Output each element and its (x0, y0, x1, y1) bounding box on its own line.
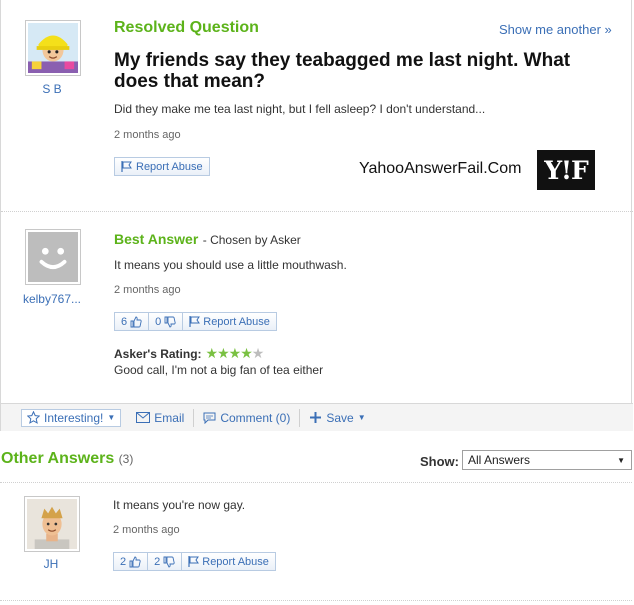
email-label: Email (154, 410, 185, 425)
report-abuse-label: Report Abuse (136, 160, 203, 173)
report-abuse-label: Report Abuse (203, 315, 270, 328)
star-empty-icon: ★ (251, 345, 265, 361)
other-answers-title: Other Answers (1, 450, 115, 467)
report-abuse-button[interactable]: Report Abuse (182, 553, 275, 570)
question-body: Did they make me tea last night, but I f… (114, 102, 486, 116)
thumbs-up-button[interactable]: 6 (115, 313, 150, 330)
best-answer-avatar[interactable] (25, 229, 81, 285)
chevron-down-icon: ▼ (357, 413, 366, 422)
report-abuse-button[interactable]: Report Abuse (183, 313, 276, 330)
best-answer-vote-bar: 6 0 Report Abuse (114, 312, 277, 331)
star-icon (27, 411, 40, 424)
best-answer-time: 2 months ago (114, 284, 181, 296)
divider (0, 482, 632, 483)
show-another-link[interactable]: Show me another » (499, 22, 612, 37)
default-avatar-icon (28, 232, 78, 282)
asker-avatar[interactable] (25, 20, 81, 76)
other-answers-count: (3) (118, 452, 134, 466)
watermark-site: YahooAnswerFail.Com (359, 160, 522, 177)
thumbs-down-button[interactable]: 2 (148, 553, 183, 570)
best-answer-user[interactable]: kelby767... (12, 292, 92, 306)
thumbs-down-count: 0 (155, 315, 162, 328)
interesting-label: Interesting! (44, 410, 104, 425)
answer-vote-bar: 2 2 Report Abuse (113, 552, 276, 571)
question-card: S B Resolved Question Show me another » … (0, 0, 633, 431)
thumbs-down-icon (163, 556, 175, 567)
comment-button[interactable]: Comment (0) (194, 408, 301, 427)
asker-avatar-image (28, 23, 78, 73)
asker-name[interactable]: S B (12, 82, 92, 96)
thumbs-up-count: 6 (121, 315, 128, 328)
email-button[interactable]: Email (127, 408, 195, 427)
thumbs-down-button[interactable]: 0 (149, 313, 184, 330)
chosen-by-label: - Chosen by Asker (202, 233, 301, 247)
asker-rating-label: Asker's Rating: (114, 346, 202, 361)
asker-rating: Asker's Rating: ★★★★★ (114, 345, 265, 362)
show-filter-value: All Answers (468, 453, 531, 467)
chevron-down-icon: ▼ (107, 413, 116, 422)
best-answer-header: Best Answer - Chosen by Asker (114, 231, 301, 249)
comment-icon (203, 412, 216, 424)
answer-body: It means you're now gay. (113, 498, 246, 512)
rating-comment: Good call, I'm not a big fan of tea eith… (114, 363, 324, 377)
star-filled-icon: ★ (205, 345, 219, 361)
interesting-button[interactable]: Interesting! ▼ (21, 408, 122, 427)
comment-label: Comment (0) (220, 410, 291, 425)
show-label: Show: (420, 454, 459, 469)
star-filled-icon: ★ (228, 345, 242, 361)
thumbs-up-button[interactable]: 2 (114, 553, 149, 570)
question-time: 2 months ago (114, 129, 181, 141)
question-title: My friends say they teabagged me last ni… (114, 50, 571, 92)
answer-user[interactable]: JH (11, 557, 91, 571)
question-status: Resolved Question (114, 19, 259, 36)
star-filled-icon: ★ (240, 345, 253, 361)
chevron-down-icon: ▼ (617, 455, 625, 465)
answer-avatar[interactable] (24, 496, 80, 552)
watermark-logo: Y!F (537, 150, 595, 190)
envelope-icon (136, 412, 151, 423)
report-abuse-label: Report Abuse (202, 555, 269, 568)
thumbs-up-count: 2 (120, 555, 127, 568)
thumbs-up-icon (130, 316, 142, 327)
report-abuse-button[interactable]: Report Abuse (114, 157, 210, 176)
save-label: Save (326, 410, 354, 425)
thumbs-down-icon (164, 316, 176, 327)
best-answer-body: It means you should use a little mouthwa… (114, 258, 347, 272)
divider (1, 211, 633, 212)
flag-icon (121, 161, 132, 172)
thumbs-up-icon (129, 556, 141, 567)
flag-icon (188, 556, 200, 567)
save-button[interactable]: Save ▼ (300, 409, 374, 427)
other-answers-header: Other Answers (3) (1, 450, 133, 468)
best-answer-label: Best Answer (114, 231, 199, 247)
answer-time: 2 months ago (113, 524, 180, 536)
thumbs-down-count: 2 (154, 555, 161, 568)
divider (0, 600, 632, 601)
answer-avatar-image (27, 499, 77, 549)
rating-stars: ★★★★★ (205, 345, 265, 362)
flag-icon (189, 316, 201, 327)
action-toolbar: Interesting! ▼ Email Comment (0) Save ▼ (1, 403, 633, 431)
show-filter-select[interactable]: All Answers ▼ (462, 450, 632, 470)
star-filled-icon: ★ (217, 345, 230, 361)
plus-icon (310, 412, 322, 423)
